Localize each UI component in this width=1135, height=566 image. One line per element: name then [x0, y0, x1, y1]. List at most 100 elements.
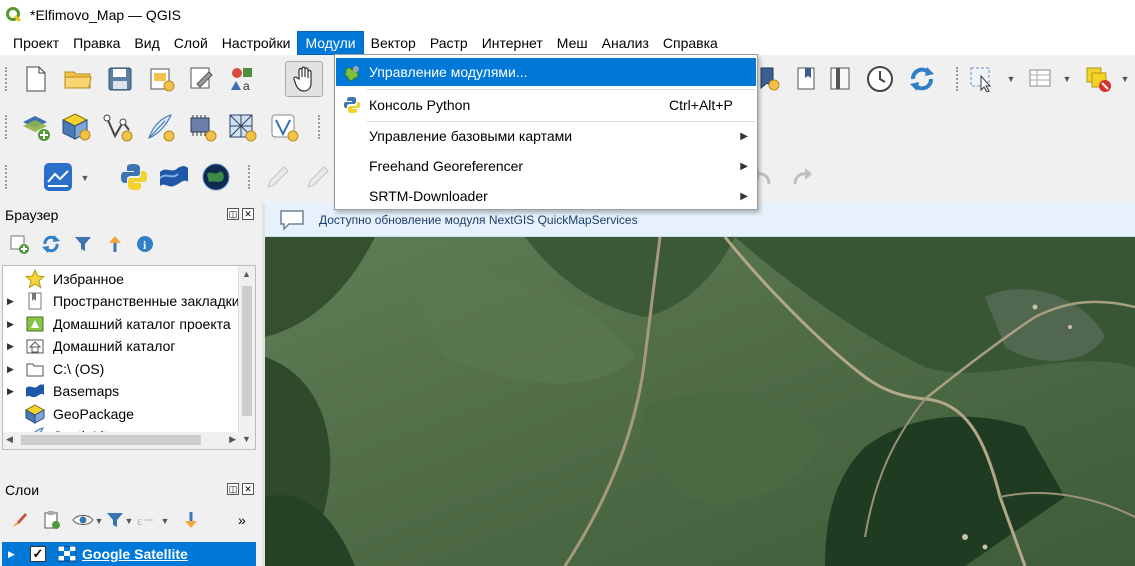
new-temporary-layer-button[interactable]	[268, 111, 300, 143]
menu-analysis[interactable]: Анализ	[595, 32, 656, 54]
tree-item-spatial-bookmarks[interactable]: ▶ Пространственные закладки	[3, 290, 240, 312]
menu-item-freehand-georeferencer[interactable]: Freehand Georeferencer ▶	[336, 152, 756, 180]
scrollbar-thumb[interactable]	[21, 435, 201, 445]
data-source-manager-button[interactable]	[20, 111, 52, 143]
new-mesh-layer-button[interactable]	[226, 111, 258, 143]
new-project-button[interactable]	[20, 63, 52, 95]
chevron-down-icon[interactable]: ▼	[94, 516, 104, 526]
style-manager-button[interactable]: a	[226, 63, 258, 95]
close-icon[interactable]: ✕	[242, 208, 254, 220]
toolbar-grip[interactable]	[5, 67, 9, 91]
filter-browser-button[interactable]	[72, 233, 94, 255]
new-print-layout-button[interactable]	[146, 63, 178, 95]
chevron-down-icon[interactable]: ▼	[124, 516, 134, 526]
menu-item-srtm-downloader[interactable]: SRTM-Downloader ▶	[336, 182, 756, 210]
toolbar-grip[interactable]	[5, 115, 9, 139]
toolbar-grip[interactable]	[318, 115, 322, 139]
refresh-browser-button[interactable]	[40, 233, 62, 255]
close-icon[interactable]: ✕	[242, 483, 254, 495]
vertical-scrollbar[interactable]: ▲ ▼	[238, 266, 255, 449]
chevron-down-icon[interactable]: ▼	[160, 516, 170, 526]
menu-item-manage-plugins[interactable]: Управление модулями...	[336, 58, 756, 86]
manage-visibility-button[interactable]	[72, 509, 94, 531]
chevron-down-icon[interactable]: ▼	[1006, 74, 1016, 84]
python-console-button[interactable]	[118, 161, 150, 193]
menu-mesh[interactable]: Меш	[550, 32, 595, 54]
tree-item-c-drive[interactable]: ▶ C:\ (OS)	[3, 358, 239, 380]
new-spatialite-layer-button[interactable]	[144, 111, 176, 143]
redo-button[interactable]	[786, 161, 818, 193]
undock-icon[interactable]: ◫	[227, 483, 239, 495]
chevron-down-icon[interactable]: ▼	[80, 173, 90, 183]
scroll-up-icon[interactable]: ▲	[242, 269, 251, 279]
temporal-controller-button[interactable]	[864, 63, 896, 95]
add-group-button[interactable]	[40, 509, 62, 531]
properties-info-button[interactable]: i	[134, 233, 156, 255]
filter-by-expression-button[interactable]: ε	[134, 509, 156, 531]
menu-layer[interactable]: Слой	[167, 32, 215, 54]
toggle-editing-button[interactable]	[302, 161, 334, 193]
menu-vector[interactable]: Вектор	[364, 32, 423, 54]
attribute-table-button[interactable]	[1024, 63, 1056, 95]
pan-map-button[interactable]	[285, 61, 323, 97]
expand-all-button[interactable]	[180, 509, 202, 531]
refresh-button[interactable]	[906, 63, 938, 95]
menu-settings[interactable]: Настройки	[215, 32, 298, 54]
globe-plugin-button[interactable]	[200, 161, 232, 193]
add-selected-layers-button[interactable]	[8, 233, 30, 255]
menu-raster[interactable]: Растр	[423, 32, 475, 54]
layer-visibility-checkbox[interactable]: ✓	[30, 546, 46, 562]
undock-icon[interactable]: ◫	[227, 208, 239, 220]
layer-styling-button[interactable]	[8, 509, 30, 531]
bookmark-manager-button[interactable]	[825, 63, 857, 95]
toolbar-grip[interactable]	[956, 67, 960, 91]
expand-arrow-icon[interactable]: ▶	[7, 386, 14, 397]
menu-item-basemap-manager[interactable]: Управление базовыми картами ▶	[336, 122, 756, 150]
quickmapservices-button[interactable]	[42, 161, 74, 193]
menu-web[interactable]: Интернет	[475, 32, 550, 54]
save-disk-icon	[108, 67, 132, 91]
more-tools-icon[interactable]: »	[238, 512, 246, 528]
select-features-button[interactable]	[966, 63, 998, 95]
filter-legend-button[interactable]	[104, 509, 126, 531]
expand-arrow-icon[interactable]: ▶	[7, 296, 14, 307]
scroll-down-icon[interactable]: ▼	[242, 434, 251, 444]
save-project-button[interactable]	[104, 63, 136, 95]
expand-arrow-icon[interactable]: ▶	[7, 341, 14, 352]
menu-project[interactable]: Проект	[6, 32, 66, 54]
show-bookmarks-button[interactable]	[790, 63, 822, 95]
menu-plugins[interactable]: Модули	[297, 30, 364, 55]
tree-item-project-home[interactable]: ▶ Домашний каталог проекта	[3, 313, 239, 335]
expand-arrow-icon[interactable]: ▶	[7, 364, 14, 375]
deselect-features-button[interactable]	[1082, 63, 1114, 95]
layer-row-google-satellite[interactable]: ▶ ✓ Google Satellite	[2, 542, 256, 566]
open-project-button[interactable]	[62, 63, 94, 95]
toolbar-grip[interactable]	[248, 165, 252, 189]
toolbar-grip[interactable]	[5, 165, 9, 189]
basemaps-plugin-button[interactable]	[158, 161, 190, 193]
map-canvas[interactable]	[265, 237, 1135, 566]
menu-item-python-console[interactable]: Консоль Python Ctrl+Alt+P	[336, 91, 756, 119]
expand-arrow-icon[interactable]: ▶	[7, 319, 14, 330]
menu-edit[interactable]: Правка	[66, 32, 127, 54]
scroll-left-icon[interactable]: ◀	[6, 434, 13, 445]
scroll-right-icon[interactable]: ▶	[229, 434, 236, 445]
horizontal-scrollbar[interactable]: ◀ ▶	[3, 432, 239, 449]
tree-item-home-folder[interactable]: ▶ Домашний каталог	[3, 335, 239, 357]
new-virtual-layer-button[interactable]	[186, 111, 218, 143]
expand-arrow-icon[interactable]: ▶	[8, 549, 15, 560]
tree-item-favorites[interactable]: Избранное	[3, 268, 239, 290]
tree-item-geopackage[interactable]: GeoPackage	[3, 403, 239, 425]
new-shapefile-layer-button[interactable]	[102, 111, 134, 143]
menu-help[interactable]: Справка	[656, 32, 725, 54]
layout-manager-button[interactable]	[186, 63, 218, 95]
browser-tree[interactable]: Избранное ▶ Пространственные закладки ▶ …	[2, 265, 256, 450]
edit-pencil-button[interactable]	[262, 161, 294, 193]
tree-item-basemaps[interactable]: ▶ Basemaps	[3, 380, 239, 402]
new-geopackage-layer-button[interactable]	[60, 111, 92, 143]
collapse-all-button[interactable]	[104, 233, 126, 255]
chevron-down-icon[interactable]: ▼	[1120, 74, 1130, 84]
scrollbar-thumb[interactable]	[242, 286, 252, 416]
chevron-down-icon[interactable]: ▼	[1062, 74, 1072, 84]
menu-view[interactable]: Вид	[127, 32, 166, 54]
